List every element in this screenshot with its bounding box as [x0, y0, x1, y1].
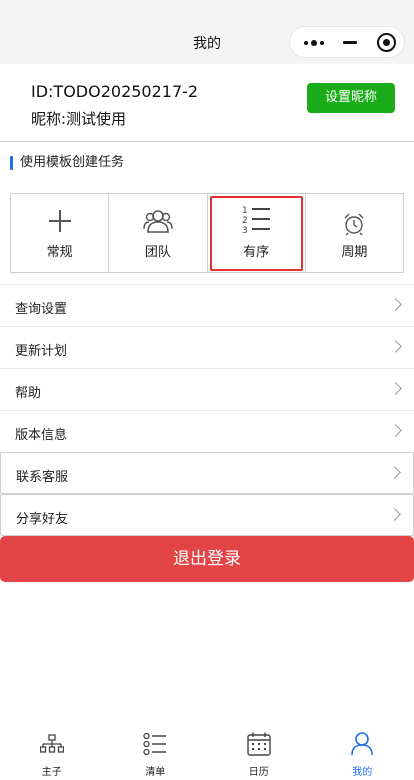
template-label: 周期 — [341, 245, 368, 260]
tab-list[interactable]: 清单 — [104, 726, 208, 780]
menu-item-label: 联系客服 — [16, 470, 69, 485]
chevron-right-icon — [388, 466, 401, 479]
chevron-right-icon — [389, 382, 402, 395]
team-icon — [143, 210, 173, 233]
menu-item-label: 分享好友 — [16, 512, 69, 527]
ordered-list-icon: 1 2 3 — [242, 206, 271, 234]
menu-item-label: 版本信息 — [15, 428, 68, 443]
set-nickname-button[interactable]: 设置昵称 — [307, 83, 395, 113]
calendar-icon — [247, 732, 271, 756]
tab-main[interactable]: 主子 — [0, 726, 104, 780]
tab-label: 主子 — [41, 767, 62, 778]
menu-item-label: 更新计划 — [15, 344, 68, 359]
section-accent-bar — [10, 156, 13, 170]
minimize-icon[interactable] — [343, 41, 357, 44]
template-team[interactable]: 团队 — [109, 194, 208, 272]
user-nickname: 昵称:测试使用 — [31, 110, 127, 128]
template-section-label: 使用模板创建任务 — [20, 155, 125, 170]
template-regular[interactable]: 常规 — [11, 194, 110, 272]
tab-bar: 主子 清单 日历 我的 — [0, 726, 414, 780]
template-ordered[interactable]: 1 2 3 有序 — [208, 194, 306, 272]
alarm-clock-icon — [344, 213, 364, 236]
template-section-title: 使用模板创建任务 — [10, 154, 124, 172]
close-target-icon[interactable] — [377, 33, 396, 52]
menu-item-version-info[interactable]: 版本信息 — [0, 410, 414, 452]
tab-mine[interactable]: 我的 — [311, 726, 414, 780]
plus-icon — [48, 210, 71, 232]
tab-calendar[interactable]: 日历 — [207, 726, 311, 780]
template-label: 有序 — [243, 245, 270, 260]
menu-item-contact-support[interactable]: 联系客服 — [0, 452, 414, 494]
menu-item-share-friends[interactable]: 分享好友 — [0, 494, 414, 536]
template-grid: 常规 团队 1 2 3 有序 周期 — [10, 193, 404, 273]
template-label: 团队 — [144, 245, 171, 260]
more-icon[interactable] — [304, 37, 330, 47]
menu-item-label: 帮助 — [15, 386, 42, 401]
menu-item-help[interactable]: 帮助 — [0, 368, 414, 410]
logout-button[interactable]: 退出登录 — [0, 536, 414, 582]
svg-text:1: 1 — [242, 206, 248, 216]
template-label: 常规 — [46, 245, 73, 260]
chevron-right-icon — [389, 298, 402, 311]
svg-text:3: 3 — [242, 226, 248, 234]
chevron-right-icon — [389, 424, 402, 437]
list-icon — [143, 732, 167, 756]
tab-label: 日历 — [248, 767, 269, 778]
menu-item-query-settings[interactable]: 查询设置 — [0, 284, 414, 326]
menu-item-update-plan[interactable]: 更新计划 — [0, 326, 414, 368]
user-icon — [351, 732, 374, 756]
user-id: ID:TODO20250217-2 — [31, 82, 199, 101]
settings-menu: 查询设置 更新计划 帮助 版本信息 联系客服 分享好友 — [0, 284, 414, 536]
tab-label: 清单 — [145, 767, 166, 778]
svg-text:2: 2 — [242, 216, 248, 226]
mini-program-capsule — [289, 26, 405, 58]
template-periodic[interactable]: 周期 — [306, 194, 403, 272]
chevron-right-icon — [389, 340, 402, 353]
chevron-right-icon — [388, 508, 401, 521]
tab-label: 我的 — [352, 767, 373, 778]
hierarchy-icon — [39, 734, 64, 753]
profile-card: ID:TODO20250217-2 昵称:测试使用 设置昵称 — [0, 64, 414, 142]
navigation-bar: 我的 — [0, 0, 414, 64]
menu-item-label: 查询设置 — [15, 302, 68, 317]
